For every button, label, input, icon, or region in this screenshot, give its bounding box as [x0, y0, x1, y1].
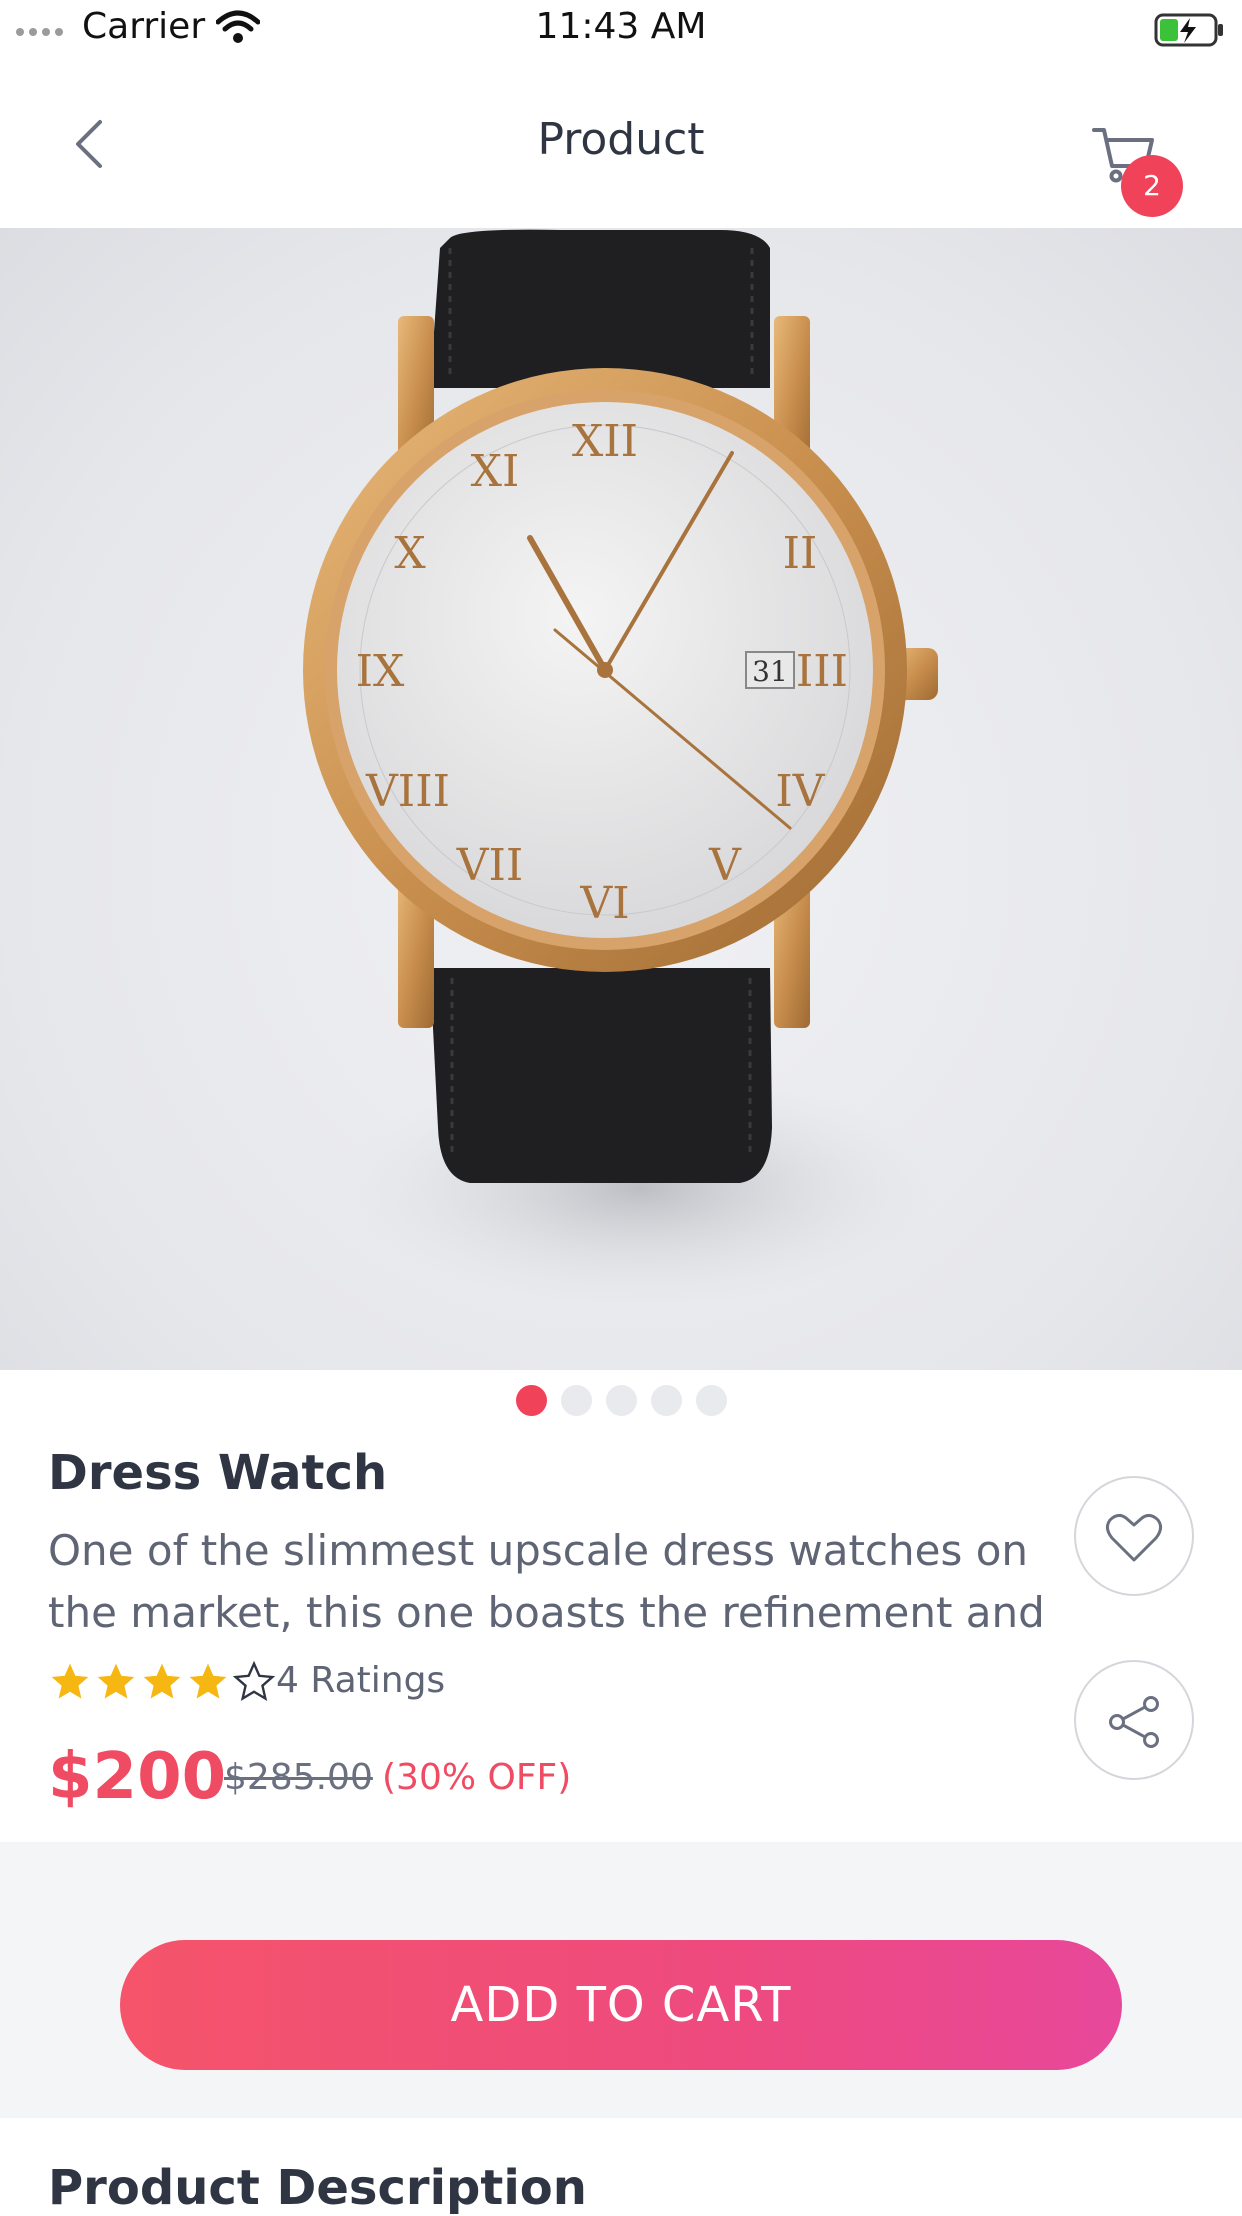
svg-text:IV: IV	[775, 766, 825, 817]
rating-stars	[48, 1660, 276, 1704]
status-bar: Carrier 11:43 AM	[0, 0, 1242, 60]
image-pager	[0, 1385, 1242, 1417]
star-outline-icon	[232, 1660, 276, 1701]
add-to-cart-button[interactable]: ADD TO CART	[120, 1940, 1122, 2070]
clock: 11:43 AM	[535, 6, 707, 47]
ratings-count: 4 Ratings	[276, 1660, 446, 1701]
navigation-bar: Product 2	[0, 60, 1242, 228]
share-button[interactable]	[1074, 1660, 1194, 1780]
svg-text:VII: VII	[456, 840, 524, 891]
page-title: Product	[537, 114, 705, 165]
pager-dot-active[interactable]	[515, 1385, 547, 1416]
svg-text:VIII: VIII	[365, 766, 450, 817]
pager-dot[interactable]	[695, 1385, 727, 1416]
discount-label: (30% OFF)	[382, 1757, 572, 1798]
share-icon	[1109, 1696, 1159, 1748]
description-line: the market, this one boasts the refineme…	[48, 1588, 1045, 1637]
product-image[interactable]: XII II III IV V VI VII VIII IX X XI 31	[0, 228, 1242, 1370]
product-name: Dress Watch	[48, 1445, 388, 1501]
svg-text:31: 31	[752, 655, 788, 688]
star-filled-icon	[189, 1663, 227, 1699]
svg-text:IX: IX	[356, 646, 405, 697]
star-filled-icon	[143, 1663, 181, 1699]
cart-badge: 2	[1121, 155, 1183, 217]
svg-text:XII: XII	[572, 416, 638, 467]
pager-dot[interactable]	[605, 1385, 637, 1416]
svg-text:II: II	[783, 528, 818, 579]
product-short-description: One of the slimmest upscale dress watche…	[48, 1520, 1068, 1644]
svg-text:V: V	[708, 840, 742, 891]
heart-icon	[1105, 1513, 1163, 1562]
star-filled-icon	[51, 1663, 89, 1699]
original-price: $285.00	[224, 1757, 373, 1798]
current-price: $200	[48, 1740, 227, 1814]
svg-text:X: X	[394, 528, 426, 579]
description-line: One of the slimmest upscale dress watche…	[48, 1526, 1029, 1575]
battery-charging-icon	[1154, 13, 1223, 47]
star-filled-icon	[97, 1663, 135, 1699]
svg-text:XI: XI	[471, 446, 520, 497]
favorite-button[interactable]	[1074, 1476, 1194, 1596]
svg-text:VI: VI	[579, 878, 629, 929]
pager-dot[interactable]	[650, 1385, 682, 1416]
svg-text:III: III	[796, 646, 848, 697]
pager-dot[interactable]	[560, 1385, 592, 1416]
watch-image: XII II III IV V VI VII VIII IX X XI 31	[303, 229, 940, 1308]
